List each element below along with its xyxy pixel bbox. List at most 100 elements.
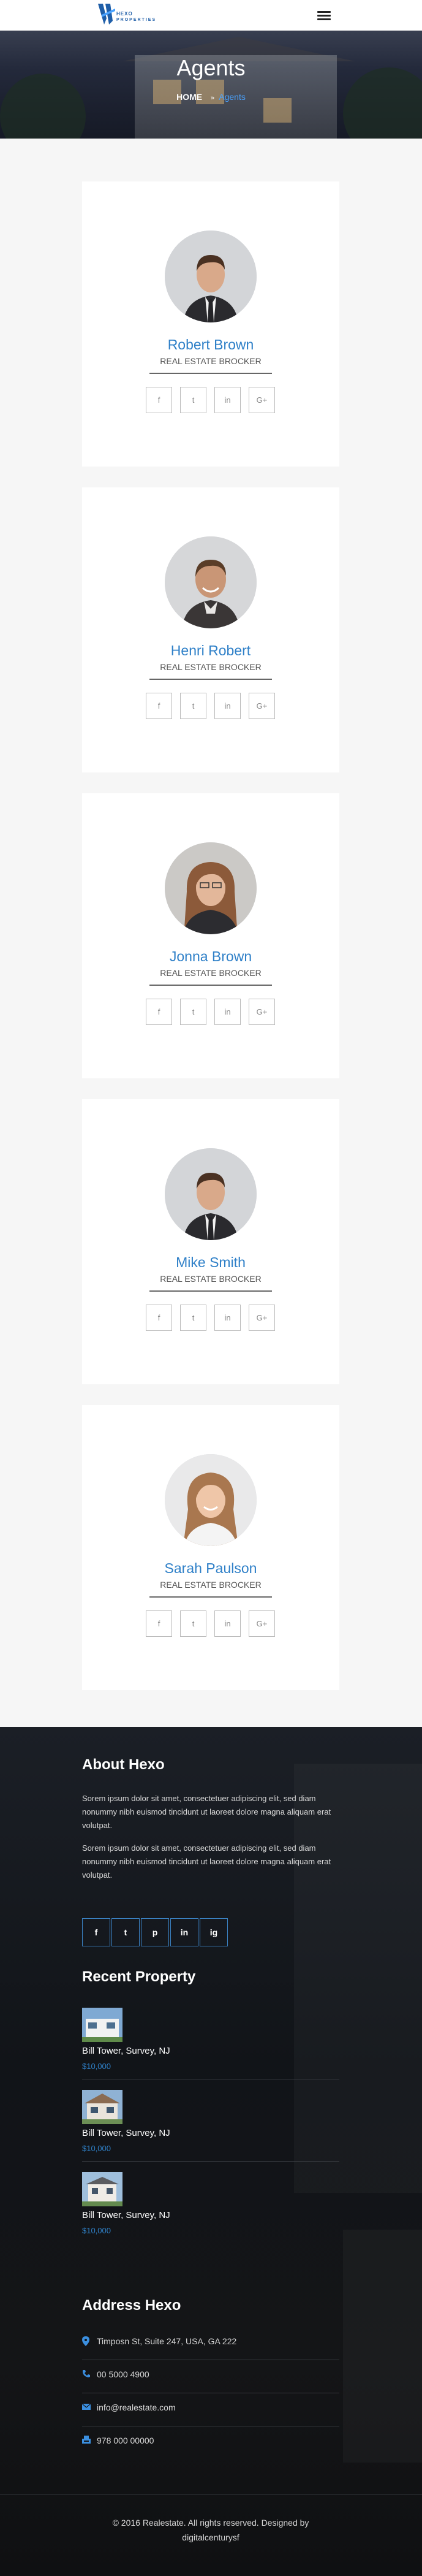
property-price: $10,000 — [82, 2062, 111, 2071]
agent-name[interactable]: Mike Smith — [82, 1254, 339, 1271]
linkedin-icon[interactable]: in — [214, 1610, 241, 1637]
footer-divider — [82, 2161, 339, 2162]
phone-row: 00 5000 4900 — [82, 2369, 339, 2396]
agent-name[interactable]: Robert Brown — [82, 337, 339, 353]
agent-card: Sarah Paulson REAL ESTATE BROCKER f t in… — [82, 1405, 339, 1690]
email-row: info@realestate.com — [81, 2403, 339, 2429]
copyright: © 2016 Realestate. All rights reserved. … — [88, 2515, 333, 2545]
property-thumbnail[interactable] — [82, 2172, 122, 2206]
google-plus-icon[interactable]: G+ — [249, 693, 275, 719]
footer-bg-shape — [343, 2230, 422, 2463]
site-footer: About Hexo Sorem ipsum dolor sit amet, c… — [0, 1727, 422, 2576]
twitter-icon[interactable]: t — [180, 999, 206, 1025]
page-banner: Agents HOME » Agents — [0, 31, 422, 139]
agent-divider — [149, 679, 272, 680]
page-title: Agents — [176, 55, 246, 80]
property-title[interactable]: Bill Tower, Survey, NJ — [82, 2210, 170, 2220]
agent-social-links: f t in G+ — [146, 387, 276, 414]
agent-avatar[interactable] — [165, 1454, 257, 1546]
phone-text[interactable]: 00 5000 4900 — [97, 2369, 149, 2379]
property-price: $10,000 — [82, 2226, 111, 2235]
twitter-icon[interactable]: t — [180, 1610, 206, 1637]
agent-role: REAL ESTATE BROCKER — [160, 1580, 262, 1590]
recent-property-item[interactable]: Bill Tower, Survey, NJ $10,000 — [82, 2090, 339, 2163]
linkedin-icon[interactable]: in — [214, 387, 241, 413]
linkedin-icon[interactable]: in — [170, 1918, 198, 1946]
twitter-icon[interactable]: t — [180, 1305, 206, 1331]
property-title[interactable]: Bill Tower, Survey, NJ — [82, 2046, 170, 2056]
agent-avatar[interactable] — [165, 842, 257, 934]
facebook-icon[interactable]: f — [146, 1305, 172, 1331]
agent-role: REAL ESTATE BROCKER — [160, 662, 262, 672]
agent-avatar[interactable] — [165, 536, 257, 628]
agent-avatar[interactable] — [165, 1148, 257, 1240]
about-heading: About Hexo — [82, 1756, 165, 1773]
agent-name[interactable]: Sarah Paulson — [82, 1560, 339, 1577]
recent-property-heading: Recent Property — [82, 1968, 196, 1985]
facebook-icon[interactable]: f — [146, 387, 172, 413]
logo-text-secondary: PROPERTIES — [116, 18, 157, 22]
linkedin-icon[interactable]: in — [214, 999, 241, 1025]
agent-avatar[interactable] — [165, 231, 257, 322]
address-text: Timposn St, Suite 247, USA, GA 222 — [97, 2336, 237, 2346]
recent-property-item[interactable]: Bill Tower, Survey, NJ $10,000 — [82, 2172, 339, 2246]
property-thumbnail[interactable] — [82, 2090, 122, 2124]
recent-property-item[interactable]: Bill Tower, Survey, NJ $10,000 — [82, 2008, 339, 2081]
property-thumbnail[interactable] — [82, 2008, 122, 2042]
agent-divider — [149, 1596, 272, 1598]
property-price: $10,000 — [82, 2144, 111, 2153]
google-plus-icon[interactable]: G+ — [249, 999, 275, 1025]
logo-text-primary: HEXO — [116, 11, 133, 17]
about-paragraph: Sorem ipsum dolor sit amet, consectetuer… — [82, 1843, 331, 1880]
hamburger-bar — [317, 11, 331, 13]
google-plus-icon[interactable]: G+ — [249, 1610, 275, 1637]
agent-card: Jonna Brown REAL ESTATE BROCKER f t in G… — [82, 793, 339, 1078]
email-text[interactable]: info@realestate.com — [97, 2403, 176, 2412]
agent-card: Robert Brown REAL ESTATE BROCKER f t in … — [82, 181, 339, 467]
about-paragraph: Sorem ipsum dolor sit amet, consectetuer… — [82, 1794, 331, 1830]
breadcrumb-current: Agents — [219, 92, 246, 102]
envelope-icon — [81, 2403, 91, 2412]
agent-role: REAL ESTATE BROCKER — [160, 968, 262, 978]
google-plus-icon[interactable]: G+ — [249, 387, 275, 413]
agent-social-links: f t in G+ — [146, 693, 276, 720]
twitter-icon[interactable]: t — [180, 693, 206, 719]
facebook-icon[interactable]: f — [146, 693, 172, 719]
breadcrumb-separator-icon: » — [211, 94, 215, 102]
agent-name[interactable]: Jonna Brown — [82, 948, 339, 965]
agent-social-links: f t in G+ — [146, 1305, 276, 1332]
designer-link[interactable]: digitalcenturysf — [88, 2530, 333, 2545]
hamburger-menu-icon[interactable] — [317, 9, 332, 21]
facebook-icon[interactable]: f — [146, 1610, 172, 1637]
linkedin-icon[interactable]: in — [214, 1305, 241, 1331]
agent-name[interactable]: Henri Robert — [82, 642, 339, 659]
logo-mark-icon — [98, 4, 115, 25]
linkedin-icon[interactable]: in — [214, 693, 241, 719]
address-row: Timposn St, Suite 247, USA, GA 222 — [82, 2336, 339, 2363]
pinterest-icon[interactable]: p — [141, 1918, 169, 1946]
agent-card: Mike Smith REAL ESTATE BROCKER f t in G+ — [82, 1099, 339, 1384]
banner-tree — [0, 74, 86, 139]
banner-window — [263, 98, 292, 123]
address-heading: Address Hexo — [82, 2297, 181, 2314]
twitter-icon[interactable]: t — [111, 1918, 140, 1946]
google-plus-icon[interactable]: G+ — [249, 1305, 275, 1331]
agent-card: Henri Robert REAL ESTATE BROCKER f t in … — [82, 487, 339, 772]
breadcrumb-home-link[interactable]: HOME — [176, 92, 202, 102]
breadcrumb: HOME » Agents — [0, 92, 422, 102]
agent-role: REAL ESTATE BROCKER — [160, 356, 262, 366]
instagram-icon[interactable]: ig — [200, 1918, 228, 1946]
hamburger-bar — [317, 18, 331, 20]
agent-role: REAL ESTATE BROCKER — [160, 1274, 262, 1284]
agent-divider — [149, 985, 272, 986]
site-logo[interactable]: HEXO PROPERTIES — [97, 2, 155, 27]
agent-social-links: f t in G+ — [146, 999, 276, 1026]
agent-divider — [149, 1290, 272, 1292]
property-title[interactable]: Bill Tower, Survey, NJ — [82, 2128, 170, 2138]
twitter-icon[interactable]: t — [180, 387, 206, 413]
facebook-icon[interactable]: f — [82, 1918, 110, 1946]
facebook-icon[interactable]: f — [146, 999, 172, 1025]
copyright-text: © 2016 Realestate. All rights reserved. … — [112, 2518, 309, 2528]
agent-social-links: f t in G+ — [146, 1610, 276, 1637]
fax-row: 978 000 00000 — [82, 2436, 339, 2463]
